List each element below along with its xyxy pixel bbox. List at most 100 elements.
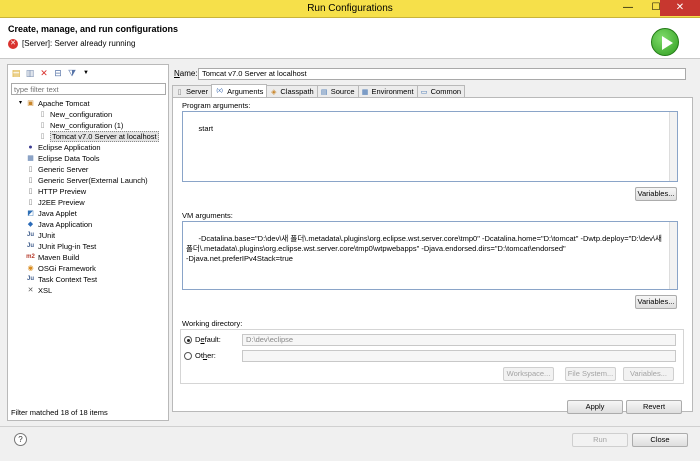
expand-toggle-icon[interactable]: ▾ [16, 99, 25, 108]
close-window-button[interactable]: ✕ [660, 0, 700, 16]
tree-item[interactable]: ▯ Tomcat v7.0 Server at localhost [8, 131, 168, 142]
config-tabs: ▯ Server (x) Arguments ◈ Classpath ▤ Source ▦ Env… [172, 84, 466, 98]
tree-item-label: HTTP Preview [38, 187, 87, 196]
tree-item[interactable]: m2 Maven Build [8, 252, 168, 263]
tree-item-label: New_configuration [50, 110, 113, 119]
delete-config-icon[interactable]: ✕ [38, 67, 50, 79]
tree-item[interactable]: ◆ Java Application [8, 219, 168, 230]
tree-item[interactable]: ✕ XSL [8, 285, 168, 296]
program-args-textarea[interactable]: start [182, 111, 678, 182]
working-dir-variables-button[interactable]: Variables... [623, 367, 674, 381]
tree-item-label: Tomcat v7.0 Server at localhost [50, 131, 159, 142]
error-icon: ✕ [8, 39, 18, 49]
tree-item[interactable]: ▯ J2EE Preview [8, 197, 168, 208]
tree-item-label: J2EE Preview [38, 198, 85, 207]
default-dir-field[interactable]: D:\dev\eclipse [242, 334, 676, 346]
tree-item[interactable]: Ju Task Context Test [8, 274, 168, 285]
tree-item-label: Task Context Test [38, 275, 98, 284]
header-title: Create, manage, and run configurations [8, 24, 179, 34]
server-config-icon: ▯ [40, 111, 45, 118]
tree-item[interactable]: ▯ New_configuration (1) [8, 120, 168, 131]
tree-item-label: Generic Server(External Launch) [38, 176, 148, 185]
tree-item-label: New_configuration (1) [50, 121, 124, 130]
configuration-list-pane: ▤ ▥ ✕ ⊟ ⧩ ▼ ▾▣ Apache Tomcat ▯ New_configur… [7, 64, 169, 421]
tree-item-label: Generic Server [38, 165, 89, 174]
program-args-label: Program arguments: [182, 101, 251, 110]
collapse-all-icon[interactable]: ⊟ [52, 67, 64, 79]
tree-item[interactable]: ● Eclipse Application [8, 142, 168, 153]
tree-item-label: Java Application [38, 220, 93, 229]
header-message: [Server]: Server already running [22, 39, 136, 48]
name-label: Name: [174, 69, 198, 78]
common-tab-icon: ▭ [420, 88, 428, 96]
help-icon[interactable]: ? [14, 433, 27, 446]
tree-item[interactable]: Ju JUnit Plug-in Test [8, 241, 168, 252]
maven-icon: m2 [26, 254, 35, 260]
default-radio[interactable] [184, 336, 192, 344]
junit-plugin-icon: Ju [26, 243, 34, 249]
window-title: Run Configurations [307, 3, 393, 14]
arguments-tab-body: Program arguments: start Variables... VM… [172, 97, 693, 412]
tree-item-label: JUnit [38, 231, 56, 240]
workspace-button[interactable]: Workspace... [503, 367, 554, 381]
filter-status: Filter matched 18 of 18 items [11, 408, 108, 417]
other-dir-field[interactable] [242, 350, 676, 362]
tree-item[interactable]: ▯ HTTP Preview [8, 186, 168, 197]
new-config-icon[interactable]: ▤ [10, 67, 22, 79]
tree-item[interactable]: ▯ Generic Server(External Launch) [8, 175, 168, 186]
tree-item-label: JUnit Plug-in Test [38, 242, 97, 251]
filter-icon[interactable]: ⧩ [66, 67, 78, 79]
java-app-icon: ◆ [27, 221, 34, 228]
tree-item[interactable]: ▦ Eclipse Data Tools [8, 153, 168, 164]
run-launch-icon [651, 28, 679, 56]
program-args-scrollbar[interactable] [669, 112, 677, 181]
run-button[interactable]: Run [572, 433, 628, 447]
minimize-button[interactable]: — [614, 0, 642, 16]
config-toolbar: ▤ ▥ ✕ ⊟ ⧩ ▼ [10, 66, 92, 80]
vm-variables-button[interactable]: Variables... [635, 295, 677, 309]
osgi-icon: ◉ [27, 265, 34, 272]
server-config-icon: ▯ [40, 133, 45, 140]
default-radio-label: Default: [195, 335, 221, 344]
program-variables-button[interactable]: Variables... [635, 187, 677, 201]
tab-arguments[interactable]: (x) Arguments [211, 84, 268, 98]
name-field[interactable]: Tomcat v7.0 Server at localhost [198, 68, 686, 80]
environment-tab-icon: ▦ [361, 88, 369, 96]
program-args-text: start [198, 124, 214, 133]
tree-item[interactable]: ▾ ▣ Apache Tomcat [8, 98, 168, 109]
tree-item-label: Apache Tomcat [38, 99, 90, 108]
tree-item[interactable]: ▯ Generic Server [8, 164, 168, 175]
tree-item-label: Eclipse Application [38, 143, 101, 152]
revert-button[interactable]: Revert [626, 400, 682, 414]
server-icon: ▯ [28, 199, 33, 206]
working-dir-label: Working directory: [182, 319, 243, 328]
file-system-button[interactable]: File System... [565, 367, 616, 381]
other-radio-label: Other: [195, 351, 216, 360]
other-radio[interactable] [184, 352, 192, 360]
tree-item[interactable]: Ju JUnit [8, 230, 168, 241]
arguments-tab-icon: (x) [216, 88, 223, 94]
eclipse-icon: ● [28, 144, 33, 151]
chevron-down-icon[interactable]: ▼ [80, 67, 92, 79]
close-button[interactable]: Close [632, 433, 688, 447]
tomcat-icon: ▣ [27, 100, 34, 107]
config-tree: ▾ ▣ Apache Tomcat ▯ New_configuration ▯ New_co… [8, 98, 168, 296]
duplicate-config-icon[interactable]: ▥ [24, 67, 36, 79]
filter-input[interactable] [11, 83, 166, 95]
server-icon: ▯ [28, 166, 33, 173]
tab-label: Arguments [227, 86, 264, 96]
source-tab-icon: ▤ [320, 88, 328, 96]
tree-item[interactable]: ◉ OSGi Framework [8, 263, 168, 274]
tree-item-label: Maven Build [38, 253, 80, 262]
tree-item[interactable]: ◩ Java Applet [8, 208, 168, 219]
tree-item[interactable]: ▯ New_configuration [8, 109, 168, 120]
tree-item-label: Eclipse Data Tools [38, 154, 100, 163]
config-editor-pane: Name: Tomcat v7.0 Server at localhost ▯ S… [172, 64, 693, 421]
vm-args-text: -Dcatalina.base="D:\dev\새 폴더\.metadata\.… [186, 234, 662, 263]
vm-args-scrollbar[interactable] [669, 222, 677, 289]
vm-args-textarea[interactable]: -Dcatalina.base="D:\dev\새 폴더\.metadata\.… [182, 221, 678, 290]
server-icon: ▯ [28, 188, 33, 195]
tree-item-label: OSGi Framework [38, 264, 96, 273]
apply-button[interactable]: Apply [567, 400, 623, 414]
server-icon: ▯ [28, 177, 33, 184]
